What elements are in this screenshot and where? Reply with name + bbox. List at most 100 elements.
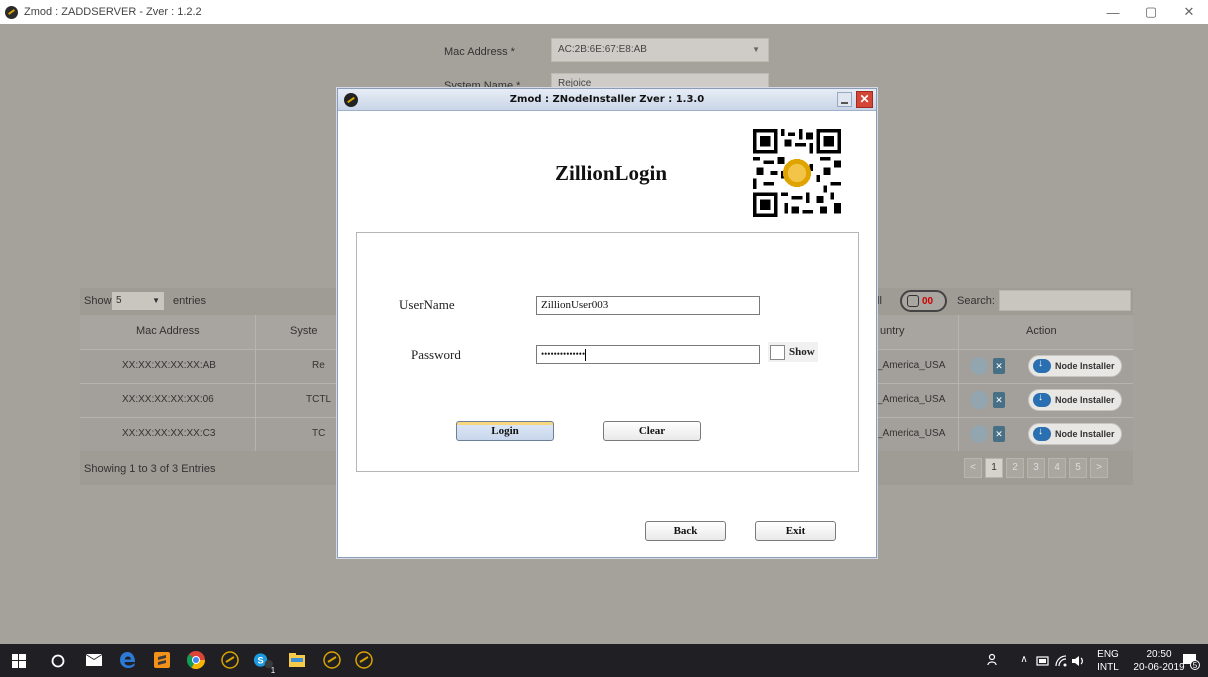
zmod-app-icon[interactable] [354, 650, 374, 670]
maximize-button[interactable]: ▢ [1132, 0, 1170, 24]
password-input[interactable]: •••••••••••••• [536, 345, 760, 364]
delete-icon[interactable]: ✕ [993, 358, 1005, 374]
col-country[interactable]: untry [880, 325, 904, 337]
mail-icon[interactable] [84, 650, 104, 670]
page-size-select[interactable]: 5 ▼ [112, 292, 164, 310]
exit-button[interactable]: Exit [755, 521, 836, 541]
col-mac-address[interactable]: Mac Address [136, 325, 200, 337]
user-icon[interactable] [970, 391, 988, 409]
taskbar: S 1 ∧ ENG INTL 20:50 20-06-2019 5 [0, 644, 1208, 677]
show-label: Show [84, 295, 112, 307]
file-explorer-icon[interactable] [287, 650, 307, 670]
password-mask: •••••••••••••• [541, 349, 586, 360]
window-controls: — ▢ ✕ [1094, 0, 1208, 24]
cloud-download-icon [1033, 392, 1051, 407]
close-button[interactable]: ✕ [1170, 0, 1208, 24]
qr-code-icon [753, 129, 841, 217]
clock-date[interactable]: 20-06-2019 [1128, 662, 1190, 674]
dialog-title: Zmod : ZNodeInstaller Zver : 1.3.0 [509, 94, 705, 105]
dialog-close-button[interactable]: ✕ [856, 91, 873, 108]
username-input[interactable]: ZillionUser003 [536, 296, 760, 315]
pager-page-1[interactable]: 1 [985, 458, 1003, 478]
language-top[interactable]: ENG [1096, 649, 1120, 661]
volume-icon[interactable] [1071, 654, 1086, 668]
minimize-button[interactable]: — [1094, 0, 1132, 24]
edge-browser-icon[interactable] [118, 650, 138, 670]
cloud-download-icon [1033, 358, 1051, 373]
row-country: _America_USA [877, 360, 946, 371]
pager-page-2[interactable]: 2 [1006, 458, 1024, 478]
node-installer-label: Node Installer [1055, 361, 1115, 371]
node-installer-button[interactable]: Node Installer [1028, 423, 1122, 445]
entries-label: entries [173, 295, 207, 307]
row-mac: XX:XX:XX:XX:XX:AB [122, 360, 216, 371]
row-system: TCTL [306, 394, 331, 405]
back-button[interactable]: Back [645, 521, 726, 541]
mac-address-label: Mac Address * [444, 46, 515, 58]
user-icon[interactable] [970, 425, 988, 443]
people-icon[interactable] [987, 653, 1001, 667]
battery-icon[interactable] [1036, 655, 1050, 667]
pagination: < 1 2 3 4 5 > [964, 458, 1108, 478]
node-installer-button[interactable]: Node Installer [1028, 355, 1122, 377]
delete-icon[interactable]: ✕ [993, 392, 1005, 408]
row-system: TC [312, 428, 326, 439]
col-system[interactable]: Syste [290, 325, 318, 337]
pager-page-3[interactable]: 3 [1027, 458, 1045, 478]
lock-count-badge[interactable]: 00 [900, 290, 947, 312]
sublime-text-icon[interactable] [152, 650, 172, 670]
pager-page-5[interactable]: 5 [1069, 458, 1087, 478]
svg-text:S: S [257, 655, 263, 665]
node-installer-button[interactable]: Node Installer [1028, 389, 1122, 411]
chevron-down-icon: ▼ [752, 45, 760, 54]
user-icon[interactable] [970, 357, 988, 375]
zmod-app-icon[interactable] [322, 650, 342, 670]
mac-address-select[interactable]: AC:2B:6E:67:E8:AB ▼ [551, 38, 769, 62]
mac-address-value: AC:2B:6E:67:E8:AB [558, 44, 647, 55]
column-divider [958, 315, 959, 451]
lock-icon [907, 295, 919, 307]
lock-count: 00 [922, 295, 934, 307]
wifi-icon[interactable] [1054, 654, 1068, 668]
col-action: Action [1026, 325, 1057, 337]
login-button[interactable]: Login [456, 421, 554, 441]
pager-prev[interactable]: < [964, 458, 982, 478]
search-icon[interactable] [50, 653, 66, 669]
chrome-icon[interactable] [186, 650, 206, 670]
cloud-download-icon [1033, 426, 1051, 441]
app-title: Zmod : ZADDSERVER - Zver : 1.2.2 [24, 6, 202, 18]
username-label: UserName [399, 297, 455, 312]
dialog-minimize-button[interactable] [837, 92, 852, 107]
entries-summary: Showing 1 to 3 of 3 Entries [84, 463, 216, 475]
checkbox-icon [770, 344, 785, 360]
show-password-checkbox[interactable]: Show [768, 342, 818, 362]
row-system: Re [312, 360, 325, 371]
row-mac: XX:XX:XX:XX:XX:06 [122, 394, 214, 405]
node-installer-label: Node Installer [1055, 429, 1115, 439]
pager-next[interactable]: > [1090, 458, 1108, 478]
search-input[interactable] [999, 290, 1131, 311]
delete-icon[interactable]: ✕ [993, 426, 1005, 442]
clear-button[interactable]: Clear [603, 421, 701, 441]
login-heading: ZillionLogin [555, 161, 668, 185]
language-bottom[interactable]: INTL [1096, 662, 1120, 674]
page-size-value: 5 [116, 295, 122, 306]
windows-start-icon[interactable] [12, 654, 26, 668]
clock-time[interactable]: 20:50 [1128, 649, 1190, 661]
zmod-app-icon[interactable] [220, 650, 240, 670]
skype-badge: 1 [270, 666, 276, 675]
column-divider [255, 315, 256, 451]
truncated-label: ll [877, 295, 882, 307]
show-password-label: Show [789, 346, 815, 358]
app-titlebar: Zmod : ZADDSERVER - Zver : 1.2.2 — ▢ ✕ [0, 0, 1208, 24]
notification-count: 5 [1192, 661, 1198, 670]
password-label: Password [411, 347, 461, 362]
chevron-up-icon[interactable]: ∧ [1018, 654, 1030, 666]
text-caret [585, 349, 587, 361]
search-label: Search: [957, 295, 995, 307]
login-form-panel: UserName ZillionUser003 Password •••••••… [356, 232, 859, 472]
dialog-titlebar: Zmod : ZNodeInstaller Zver : 1.3.0 ✕ [338, 89, 876, 111]
node-installer-label: Node Installer [1055, 395, 1115, 405]
app-logo-icon [5, 5, 18, 19]
pager-page-4[interactable]: 4 [1048, 458, 1066, 478]
